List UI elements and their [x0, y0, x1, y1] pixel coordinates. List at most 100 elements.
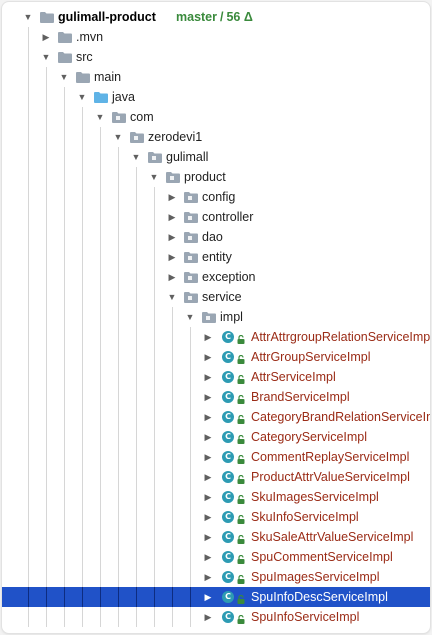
tree-row[interactable]: ▶ C CategoryBrandRelationServiceImpl — [2, 407, 430, 427]
class-icon: C — [222, 331, 234, 343]
tree-row[interactable]: ▶ C AttrGroupServiceImpl — [2, 347, 430, 367]
triangle-right-icon[interactable]: ▶ — [202, 327, 214, 347]
tree-guide-line — [118, 387, 119, 407]
triangle-right-icon[interactable]: ▶ — [202, 567, 214, 587]
lock-icon — [237, 553, 245, 564]
triangle-right-icon[interactable]: ▶ — [166, 247, 178, 267]
tree-row[interactable]: ▶ C AttrAttrgroupRelationServiceImpl — [2, 327, 430, 347]
triangle-right-icon[interactable]: ▶ — [166, 227, 178, 247]
class-name: AttrAttrgroupRelationServiceImpl — [251, 330, 430, 344]
triangle-right-icon[interactable]: ▶ — [166, 187, 178, 207]
triangle-right-icon[interactable]: ▶ — [202, 507, 214, 527]
triangle-right-icon[interactable]: ▶ — [202, 387, 214, 407]
tree-row[interactable]: ▼ product — [2, 167, 430, 187]
triangle-right-icon[interactable]: ▶ — [40, 27, 52, 47]
tree-row[interactable]: ▶ C SkuInfoServiceImpl — [2, 507, 430, 527]
triangle-right-icon[interactable]: ▶ — [202, 527, 214, 547]
tree-guide-line — [172, 307, 173, 327]
tree-guide-line — [28, 507, 29, 527]
node-label: .mvn — [76, 30, 104, 44]
triangle-down-icon[interactable]: ▼ — [112, 127, 124, 147]
tree-guide-line — [100, 387, 101, 407]
triangle-down-icon[interactable]: ▼ — [166, 287, 178, 307]
tree-guide-line — [190, 447, 191, 467]
tree-row[interactable]: ▶ exception — [2, 267, 430, 287]
tree-row[interactable]: ▶ C SpuCommentServiceImpl — [2, 547, 430, 567]
tree-guide-line — [172, 607, 173, 627]
vcs-separator: / — [220, 10, 224, 24]
class-name: CategoryBrandRelationServiceImpl — [251, 410, 430, 424]
triangle-right-icon[interactable]: ▶ — [202, 347, 214, 367]
tree-guide-line — [82, 447, 83, 467]
tree-row[interactable]: ▶ C AttrServiceImpl — [2, 367, 430, 387]
triangle-right-icon[interactable]: ▶ — [202, 367, 214, 387]
tree-guide-line — [82, 527, 83, 547]
tree-row[interactable]: ▼ com — [2, 107, 430, 127]
tree-guide-line — [154, 427, 155, 447]
triangle-right-icon[interactable]: ▶ — [202, 607, 214, 627]
tree-guide-line — [46, 567, 47, 587]
tree-row[interactable]: ▶ entity — [2, 247, 430, 267]
tree-row[interactable]: ▶ C CategoryServiceImpl — [2, 427, 430, 447]
project-tree-panel: ▼ gulimall-product master/56 Δ ▶ .mvn ▼ src ▼ ma… — [2, 2, 430, 633]
triangle-right-icon[interactable]: ▶ — [202, 547, 214, 567]
triangle-right-icon[interactable]: ▶ — [202, 467, 214, 487]
tree-guide-line — [136, 487, 137, 507]
triangle-down-icon[interactable]: ▼ — [130, 147, 142, 167]
tree-guide-line — [82, 247, 83, 267]
triangle-down-icon[interactable]: ▼ — [148, 167, 160, 187]
tree-row[interactable]: ▶ C CommentReplayServiceImpl — [2, 447, 430, 467]
tree-row[interactable]: ▶ C SpuInfoServiceImpl — [2, 607, 430, 627]
triangle-right-icon[interactable]: ▶ — [166, 267, 178, 287]
tree-row[interactable]: ▼ src — [2, 47, 430, 67]
tree-guide-line — [46, 527, 47, 547]
triangle-right-icon[interactable]: ▶ — [202, 407, 214, 427]
tree-guide-line — [46, 547, 47, 567]
package-icon — [202, 312, 216, 323]
tree-guide-line — [154, 527, 155, 547]
node-label: impl — [220, 310, 243, 324]
tree-row[interactable]: ▶ dao — [2, 227, 430, 247]
tree-row[interactable]: ▼ service — [2, 287, 430, 307]
tree-row[interactable]: ▶ C SkuSaleAttrValueServiceImpl — [2, 527, 430, 547]
tree-guide-line — [154, 487, 155, 507]
tree-guide-line — [154, 227, 155, 247]
tree-row[interactable]: ▶ C ProductAttrValueServiceImpl — [2, 467, 430, 487]
tree-row[interactable]: ▼ impl — [2, 307, 430, 327]
tree-guide-line — [154, 267, 155, 287]
tree-row[interactable]: ▶ .mvn — [2, 27, 430, 47]
tree-row[interactable]: ▶ C SkuImagesServiceImpl — [2, 487, 430, 507]
tree-guide-line — [154, 307, 155, 327]
tree-guide-line — [100, 487, 101, 507]
triangle-down-icon[interactable]: ▼ — [184, 307, 196, 327]
node-label: src — [76, 50, 93, 64]
triangle-down-icon[interactable]: ▼ — [76, 87, 88, 107]
tree-row[interactable]: ▶ controller — [2, 207, 430, 227]
tree-guide-line — [64, 547, 65, 567]
tree-guide-line — [172, 387, 173, 407]
triangle-down-icon[interactable]: ▼ — [22, 7, 34, 27]
triangle-right-icon[interactable]: ▶ — [202, 587, 214, 607]
triangle-right-icon[interactable]: ▶ — [202, 427, 214, 447]
tree-guide-line — [28, 407, 29, 427]
tree-guide-line — [154, 247, 155, 267]
tree-guide-line — [154, 347, 155, 367]
tree-row[interactable]: ▼ main — [2, 67, 430, 87]
tree-row[interactable]: ▶ C SpuImagesServiceImpl — [2, 567, 430, 587]
triangle-down-icon[interactable]: ▼ — [40, 47, 52, 67]
tree-guide-line — [46, 287, 47, 307]
tree-guide-line — [118, 467, 119, 487]
triangle-right-icon[interactable]: ▶ — [202, 447, 214, 467]
triangle-right-icon[interactable]: ▶ — [202, 487, 214, 507]
tree-row[interactable]: ▶ C BrandServiceImpl — [2, 387, 430, 407]
tree-row[interactable]: ▶ C SpuInfoDescServiceImpl — [2, 587, 430, 607]
tree-row[interactable]: ▼ gulimall — [2, 147, 430, 167]
tree-row[interactable]: ▶ config — [2, 187, 430, 207]
tree-row[interactable]: ▼ java — [2, 87, 430, 107]
triangle-down-icon[interactable]: ▼ — [58, 67, 70, 87]
triangle-right-icon[interactable]: ▶ — [166, 207, 178, 227]
tree-row-project-root[interactable]: ▼ gulimall-product master/56 Δ — [2, 7, 430, 27]
tree-row[interactable]: ▼ zerodevi1 — [2, 127, 430, 147]
triangle-down-icon[interactable]: ▼ — [94, 107, 106, 127]
package-icon — [166, 172, 180, 183]
